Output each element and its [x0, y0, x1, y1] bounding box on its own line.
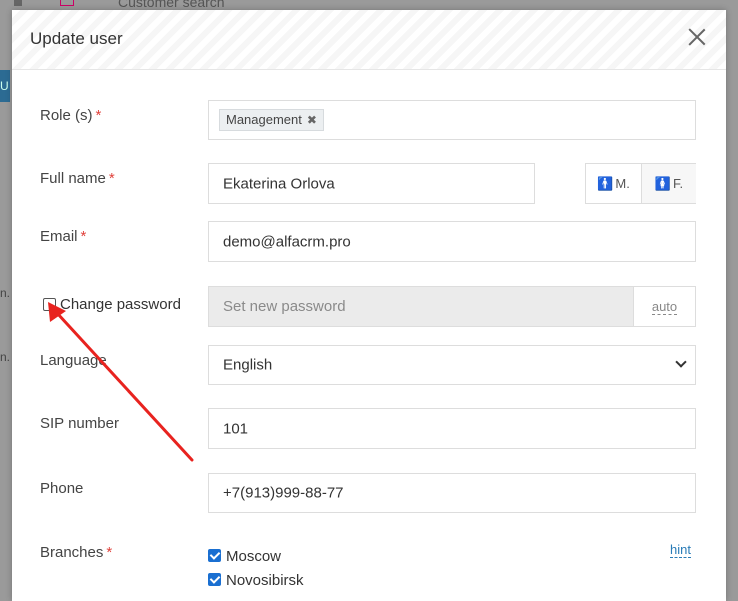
hint-link[interactable]: hint [670, 542, 691, 558]
role-select[interactable]: Management ✖ [208, 100, 696, 140]
fullname-label: Full name * [40, 170, 115, 187]
background-button-fragment: U [0, 70, 10, 102]
phone-input[interactable]: +7(913)999-88-77 [208, 473, 696, 513]
checkbox-checked-icon [208, 573, 221, 586]
sip-label: SIP number [40, 415, 119, 432]
change-password-label[interactable]: Change password [60, 296, 181, 313]
checkbox-checked-icon [208, 549, 221, 562]
background-text-fragment: n. [0, 286, 10, 300]
gender-female-button[interactable]: 🚺 F. [641, 164, 696, 203]
update-user-dialog: Update user Role (s) * Management ✖ Full n… [12, 10, 726, 601]
background-left: U n. n. [0, 10, 12, 601]
email-value: demo@alfacrm.pro [223, 233, 351, 250]
gender-male-button[interactable]: 🚹 M. [586, 164, 641, 203]
required-mark: * [108, 170, 115, 187]
language-label: Language [40, 352, 107, 369]
role-tag: Management ✖ [219, 109, 324, 131]
phone-value: +7(913)999-88-77 [223, 484, 344, 502]
fullname-input[interactable]: Ekaterina Orlova [208, 163, 535, 204]
close-icon[interactable] [684, 24, 710, 50]
customer-search-link: Customer search [118, 0, 225, 10]
female-icon: 🚺 [654, 176, 672, 191]
email-input[interactable]: demo@alfacrm.pro [208, 221, 696, 262]
sip-value: 101 [223, 420, 249, 437]
change-password-checkbox[interactable] [43, 298, 56, 311]
password-placeholder: Set new password [223, 298, 346, 315]
language-select[interactable]: English [208, 345, 696, 385]
required-mark: * [80, 228, 87, 245]
background-right [726, 10, 738, 601]
bell-icon [60, 0, 74, 6]
language-value: English [223, 356, 273, 374]
phone-label: Phone [40, 480, 84, 497]
fullname-value: Ekaterina Orlova [223, 175, 335, 192]
branches-label: Branches * [40, 544, 113, 561]
password-input[interactable]: Set new password auto [208, 286, 696, 327]
chevron-down-icon [675, 356, 687, 368]
background-header: Customer search [0, 0, 738, 10]
branch-checkbox-novosibirsk[interactable]: Novosibirsk [208, 572, 304, 589]
required-mark: * [106, 544, 113, 561]
auto-password-button[interactable]: auto [633, 287, 695, 326]
remove-tag-icon[interactable]: ✖ [307, 113, 317, 127]
branch-checkbox-moscow[interactable]: Moscow [208, 548, 281, 565]
gender-toggle: 🚹 M. 🚺 F. [585, 163, 696, 204]
background-text-fragment: n. [0, 350, 10, 364]
required-mark: * [95, 107, 102, 124]
sip-input[interactable]: 101 [208, 408, 696, 449]
email-label: Email * [40, 228, 87, 245]
male-icon: 🚹 [597, 176, 614, 191]
print-icon [14, 0, 22, 6]
role-label: Role (s) * [40, 107, 102, 124]
dialog-title: Update user [30, 29, 123, 48]
dialog-header: Update user [12, 10, 726, 70]
